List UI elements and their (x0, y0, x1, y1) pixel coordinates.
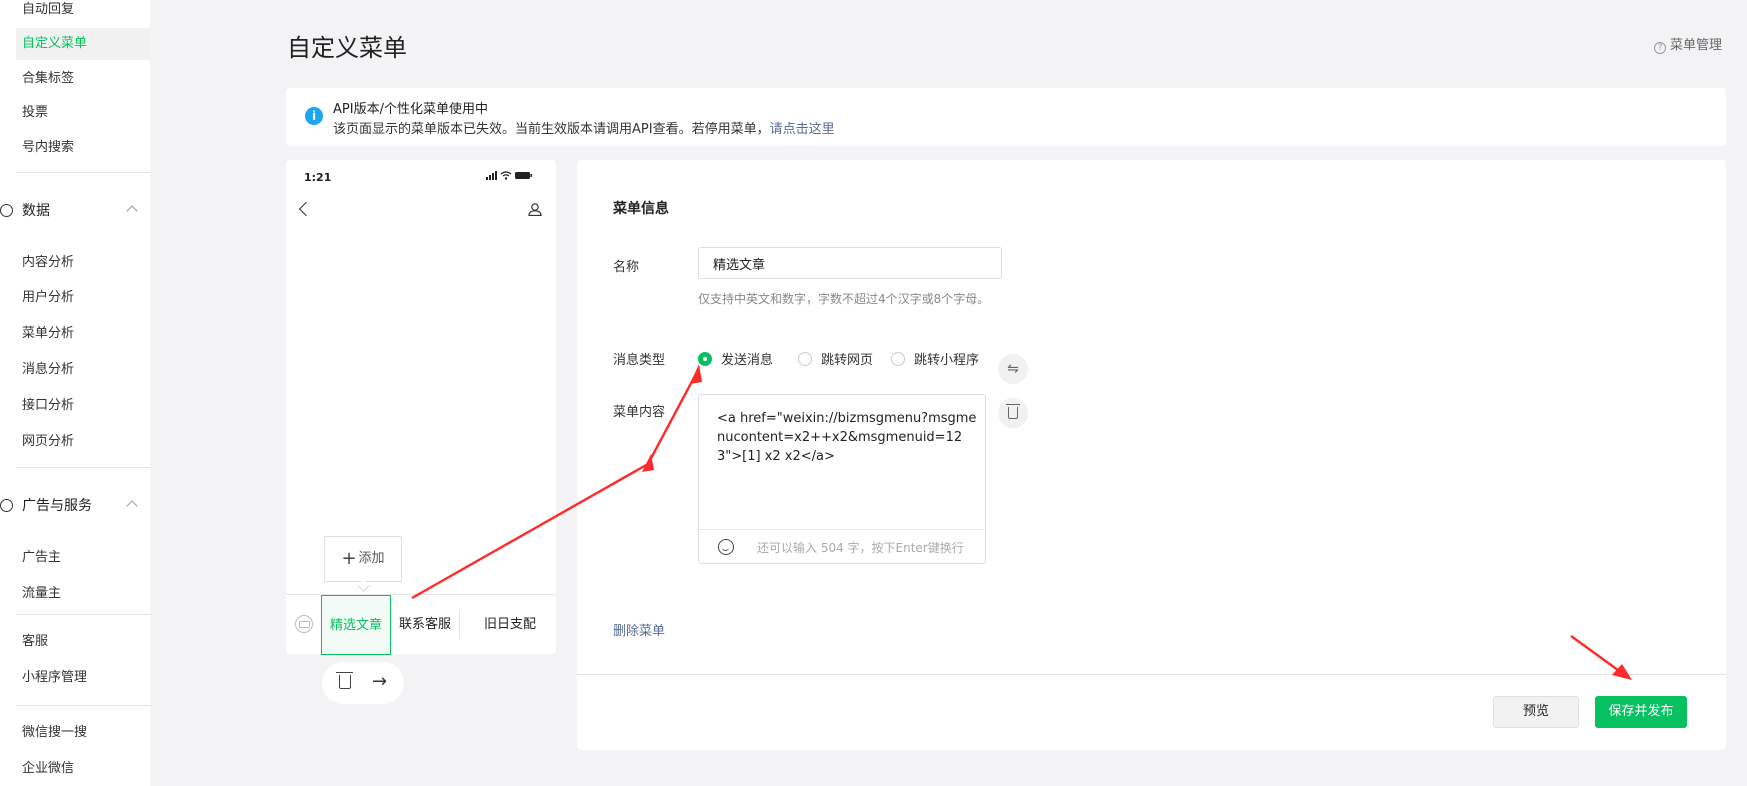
sidebar-item-work-wechat[interactable]: 企业微信 (16, 753, 150, 785)
menu-content-text[interactable]: <a href="weixin://bizmsgmenu?msgmenucont… (717, 409, 977, 466)
sidebar-item-collection-tags[interactable]: 合集标签 (16, 63, 150, 95)
status-time: 1:21 (304, 171, 332, 184)
sidebar-section-ads[interactable]: 广告与服务 (0, 490, 150, 522)
emoji-icon[interactable] (718, 539, 734, 555)
content-label: 菜单内容 (613, 405, 666, 420)
sidebar-item-message-analysis[interactable]: 消息分析 (16, 354, 150, 386)
type-label: 消息类型 (613, 353, 666, 368)
arrow-right-icon[interactable]: → (372, 671, 387, 692)
sidebar-item-publisher[interactable]: 流量主 (16, 578, 150, 610)
notice-link[interactable]: 请点击这里 (770, 122, 835, 137)
notice-title: API版本/个性化菜单使用中 (333, 102, 488, 117)
api-notice: i API版本/个性化菜单使用中 该页面显示的菜单版本已失效。当前生效版本请调用… (286, 88, 1726, 146)
add-submenu-button[interactable]: + 添加 (324, 536, 402, 582)
sidebar-item-mini-program[interactable]: 小程序管理 (16, 662, 150, 694)
menu-name-input[interactable] (698, 247, 1002, 279)
swap-button[interactable]: ⇋ (998, 354, 1028, 384)
trash-icon (1006, 404, 1020, 419)
sidebar-item-custom-menu[interactable]: 自定义菜单 (16, 28, 150, 60)
divider (16, 705, 150, 706)
phone-preview: 1:21 + 添加 精选文章 联系客服 旧日支配 (286, 160, 556, 655)
chevron-up-icon (126, 500, 138, 512)
keyboard-icon[interactable] (295, 615, 313, 633)
menu-manage-link[interactable]: ? 菜单管理 (1654, 34, 1722, 54)
menu-button-contact[interactable]: 联系客服 (393, 595, 457, 655)
clock-icon (0, 204, 13, 217)
info-icon: i (305, 107, 323, 125)
menu-button-featured[interactable]: 精选文章 (321, 595, 391, 655)
plus-icon: + (341, 548, 357, 569)
swap-icon: ⇋ (1007, 361, 1019, 377)
help-icon: ? (1654, 42, 1666, 54)
sidebar-item-customer-service[interactable]: 客服 (16, 626, 150, 658)
radio-unchecked-icon (798, 352, 812, 366)
content-footer: 还可以输入 504 字，按下Enter键换行 (699, 529, 985, 564)
divider (16, 614, 150, 615)
name-label: 名称 (613, 260, 640, 275)
menu-button-old[interactable]: 旧日支配 (464, 595, 556, 655)
notice-body: 该页面显示的菜单版本已失效。当前生效版本请调用API查看。若停用菜单，请点击这里 (333, 118, 835, 137)
sidebar-item-menu-analysis[interactable]: 菜单分析 (16, 318, 150, 350)
sidebar-item-advertiser[interactable]: 广告主 (16, 542, 150, 574)
sidebar-section-data[interactable]: 数据 (0, 195, 150, 227)
sidebar-item-auto-reply[interactable]: 自动回复 (16, 0, 150, 26)
preview-button[interactable]: 预览 (1493, 696, 1579, 728)
divider (16, 467, 150, 468)
sidebar-item-content-analysis[interactable]: 内容分析 (16, 247, 150, 279)
back-icon[interactable] (298, 201, 314, 217)
save-publish-button[interactable]: 保存并发布 (1595, 696, 1687, 728)
section-label: 数据 (22, 203, 50, 219)
page-title: 自定义菜单 (287, 34, 407, 62)
menu-separator (459, 611, 460, 639)
delete-menu-link[interactable]: 删除菜单 (613, 620, 665, 639)
add-label: 添加 (358, 551, 385, 566)
menu-content-editor[interactable]: <a href="weixin://bizmsgmenu?msgmenucont… (698, 394, 986, 564)
compass-icon (0, 499, 13, 512)
sidebar-item-search[interactable]: 号内搜索 (16, 132, 150, 164)
divider (16, 172, 150, 173)
user-icon[interactable] (528, 202, 542, 216)
menu-editor: 菜单信息 名称 仅支持中英文和数字，字数不超过4个汉字或8个字母。 消息类型 发… (577, 160, 1726, 750)
radio-label: 跳转小程序 (914, 353, 980, 368)
name-tip: 仅支持中英文和数字，字数不超过4个汉字或8个字母。 (698, 292, 990, 306)
radio-label: 跳转网页 (821, 353, 874, 368)
phone-menu-bar: 精选文章 联系客服 旧日支配 (286, 594, 556, 655)
divider (577, 674, 1726, 675)
notice-text: 该页面显示的菜单版本已失效。当前生效版本请调用API查看。若停用菜单， (333, 122, 770, 137)
section-label: 广告与服务 (22, 498, 92, 514)
radio-checked-icon (698, 352, 712, 366)
sidebar-item-wechat-search[interactable]: 微信搜一搜 (16, 717, 150, 749)
radio-label: 发送消息 (721, 353, 774, 368)
radio-send-message[interactable]: 发送消息 (698, 349, 773, 368)
radio-unchecked-icon (891, 352, 905, 366)
radio-open-webpage[interactable]: 跳转网页 (798, 349, 873, 368)
section-title: 菜单信息 (613, 201, 669, 217)
menu-manage-label: 菜单管理 (1670, 38, 1723, 53)
char-counter: 还可以输入 504 字，按下Enter键换行 (757, 541, 964, 555)
sidebar: 自动回复 自定义菜单 合集标签 投票 号内搜索 数据 内容分析 用户分析 菜单分… (0, 0, 150, 786)
sidebar-item-web-analysis[interactable]: 网页分析 (16, 426, 150, 458)
trash-icon[interactable] (336, 672, 353, 689)
sidebar-item-vote[interactable]: 投票 (16, 97, 150, 129)
radio-open-miniprogram[interactable]: 跳转小程序 (891, 349, 979, 368)
chevron-up-icon (126, 205, 138, 217)
sidebar-item-user-analysis[interactable]: 用户分析 (16, 282, 150, 314)
signal-wifi-battery-icon (486, 171, 532, 180)
sidebar-item-api-analysis[interactable]: 接口分析 (16, 390, 150, 422)
delete-content-button[interactable] (998, 398, 1028, 428)
phone-menu-actions: → (322, 662, 404, 704)
status-icons (486, 171, 538, 184)
